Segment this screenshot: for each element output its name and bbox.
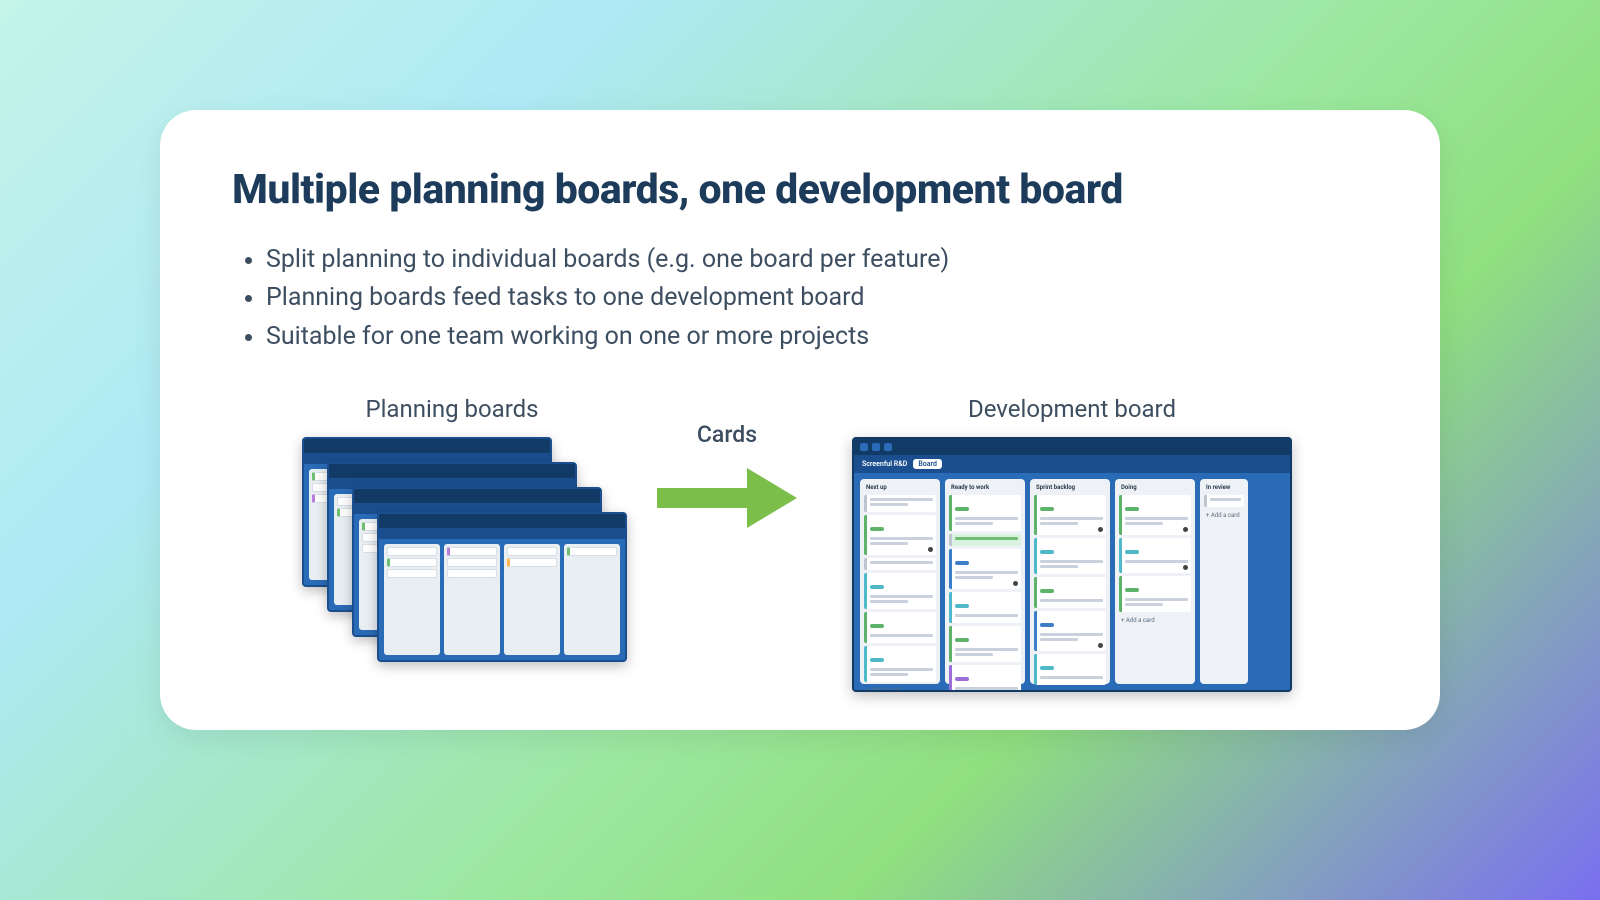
arrow-icon [652, 458, 802, 538]
bullet-item: Planning boards feed tasks to one develo… [266, 280, 1368, 316]
development-board-label: Development board [968, 395, 1176, 423]
dev-board-list: In review + Add a card [1200, 479, 1248, 684]
planning-boards-column: Planning boards [302, 395, 602, 667]
development-board-column: Development board Screenful R&D Board Ne… [852, 395, 1292, 692]
dev-board-list: Next up + Add a card [860, 479, 940, 684]
illustration-row: Planning boards [232, 395, 1368, 692]
slide-card: Multiple planning boards, one developmen… [160, 110, 1440, 730]
slide-title: Multiple planning boards, one developmen… [232, 166, 1368, 214]
dev-board-list: Ready to work + Add a card [945, 479, 1025, 684]
dev-board-list: Sprint backlog + Add a card [1030, 479, 1110, 684]
arrow-label: Cards [697, 421, 757, 448]
dev-board-list: Doing + Add a card [1115, 479, 1195, 684]
mini-board-illustration [377, 512, 627, 662]
dev-board-view-button: Board [913, 459, 942, 469]
development-board-illustration: Screenful R&D Board Next up + Add a [852, 437, 1292, 692]
gradient-background: Multiple planning boards, one developmen… [0, 0, 1600, 900]
arrow-column: Cards [652, 421, 802, 538]
bullet-item: Split planning to individual boards (e.g… [266, 242, 1368, 278]
bullet-list: Split planning to individual boards (e.g… [232, 242, 1368, 355]
planning-boards-stack [302, 437, 602, 667]
dev-board-workspace: Screenful R&D [862, 460, 907, 468]
bullet-item: Suitable for one team working on one or … [266, 319, 1368, 355]
planning-boards-label: Planning boards [365, 395, 538, 423]
